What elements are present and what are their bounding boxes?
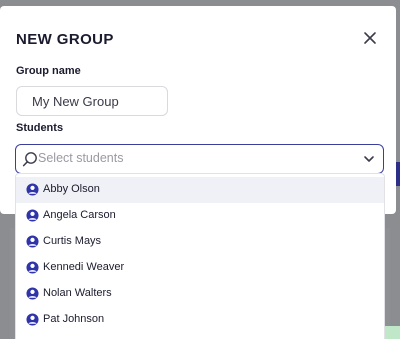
student-option-label: Pat Johnson — [43, 313, 105, 325]
group-name-label: Group name — [16, 65, 81, 77]
student-option[interactable]: Abby Olson — [16, 177, 384, 203]
user-circle-icon — [26, 183, 39, 196]
user-circle-icon — [26, 209, 39, 222]
close-icon — [364, 32, 376, 44]
close-button[interactable] — [360, 28, 380, 48]
user-circle-icon — [26, 235, 39, 248]
student-option[interactable]: Angela Carson — [16, 203, 384, 229]
chevron-down-icon[interactable] — [363, 153, 375, 165]
student-option-label: Kennedi Weaver — [43, 261, 125, 273]
student-option[interactable]: Kennedi Weaver — [16, 255, 384, 281]
group-name-input[interactable] — [16, 86, 168, 116]
background-status-badge — [384, 326, 400, 339]
student-option[interactable]: Pat Johnson — [16, 307, 384, 333]
user-circle-icon — [26, 261, 39, 274]
students-select[interactable]: Select students — [15, 144, 384, 174]
student-option-label: Abby Olson — [43, 183, 100, 195]
students-dropdown-list: Abby Olson Angela Carson Curtis Mays Ken… — [15, 173, 385, 339]
user-circle-icon — [26, 313, 39, 326]
students-label: Students — [16, 122, 64, 134]
user-circle-icon — [26, 287, 39, 300]
students-select-placeholder: Select students — [38, 151, 124, 165]
student-option-label: Curtis Mays — [43, 235, 102, 247]
student-option-label: Angela Carson — [43, 209, 116, 221]
student-option[interactable]: Curtis Mays — [16, 229, 384, 255]
dialog-title: NEW GROUP — [16, 31, 114, 48]
search-icon — [22, 152, 37, 167]
student-option-label: Nolan Walters — [43, 287, 112, 299]
student-option[interactable]: Nolan Walters — [16, 281, 384, 307]
